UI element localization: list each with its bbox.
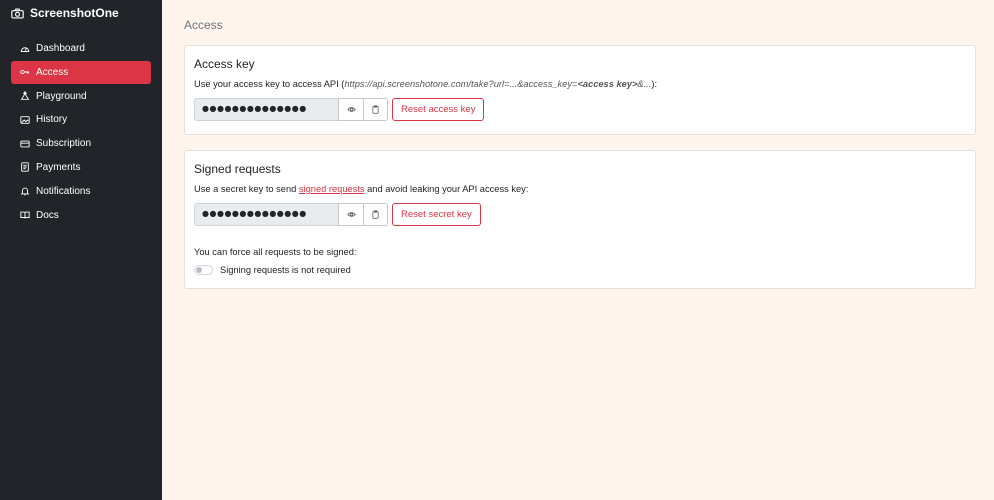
sidebar-item-history[interactable]: History (11, 108, 151, 131)
sidebar-item-label: Dashboard (36, 43, 85, 54)
url-end: &... (637, 79, 652, 89)
sidebar-item-label: History (36, 114, 68, 126)
signed-requests-card: Signed requests Use a secret key to send… (184, 150, 976, 289)
desc-prefix: Use your access key to access API ( (194, 79, 345, 89)
brand[interactable]: ScreenshotOne (11, 6, 151, 20)
secret-key-field[interactable]: ●●●●●●●●●●●●●● (194, 203, 338, 226)
main-content: Access Access key Use your access key to… (162, 0, 994, 500)
copy-secret-key-button[interactable] (363, 203, 388, 226)
access-key-card: Access key Use your access key to access… (184, 45, 976, 135)
access-key-field[interactable]: ●●●●●●●●●●●●●● (194, 98, 338, 121)
signing-required-toggle[interactable] (194, 265, 213, 275)
sidebar-item-notifications[interactable]: Notifications (11, 180, 151, 203)
sidebar-nav: Dashboard Access Playground History Subs… (11, 37, 151, 227)
sidebar-item-dashboard[interactable]: Dashboard (11, 37, 151, 60)
sidebar-item-label: Playground (36, 90, 87, 102)
desc-suffix: ): (651, 79, 658, 89)
key-icon (20, 70, 30, 75)
url-key-placeholder: <access key> (577, 79, 638, 89)
sidebar-item-label: Access (36, 66, 69, 78)
signing-toggle-row: Signing requests is not required (194, 265, 966, 275)
receipt-icon (21, 162, 29, 173)
secret-key-row: ●●●●●●●●●●●●●● Reset secret key (194, 203, 966, 226)
sidebar-item-docs[interactable]: Docs (11, 204, 151, 227)
sidebar-item-access[interactable]: Access (11, 60, 151, 84)
signed-requests-title: Signed requests (194, 162, 281, 176)
eye-icon (346, 212, 356, 217)
image-icon (20, 116, 30, 124)
page-title: Access (184, 18, 223, 32)
access-key-row: ●●●●●●●●●●●●●● Reset access key (194, 98, 966, 121)
signing-toggle-label[interactable]: Signing requests is not required (220, 265, 351, 275)
sidebar-item-playground[interactable]: Playground (11, 85, 151, 108)
reset-access-key-button[interactable]: Reset access key (392, 98, 485, 121)
api-url-example: https://api.screenshotone.com/take?url=.… (344, 79, 651, 89)
access-key-description: Use your access key to access API (https… (194, 78, 966, 90)
playground-icon (20, 91, 30, 100)
eye-icon (346, 107, 356, 112)
force-signing-text: You can force all requests to be signed: (194, 247, 357, 257)
bell-icon (20, 187, 30, 196)
signed-requests-description: Use a secret key to send signed requests… (194, 183, 966, 195)
camera-icon (11, 7, 24, 19)
reveal-secret-key-button[interactable] (338, 203, 363, 226)
desc-prefix: Use a secret key to send (194, 184, 299, 194)
sidebar: ScreenshotOne Dashboard Access Playgroun… (0, 0, 162, 500)
reset-secret-key-button[interactable]: Reset secret key (392, 203, 481, 226)
book-icon (20, 211, 30, 219)
sidebar-item-subscription[interactable]: Subscription (11, 132, 151, 155)
sidebar-item-label: Payments (36, 161, 81, 173)
signed-requests-link[interactable]: signed requests (299, 184, 365, 194)
sidebar-item-label: Subscription (36, 138, 92, 150)
reveal-access-key-button[interactable] (338, 98, 363, 121)
speedometer-icon (20, 46, 30, 52)
sidebar-item-payments[interactable]: Payments (11, 156, 151, 179)
sidebar-item-label: Notifications (36, 185, 91, 197)
desc-suffix: and avoid leaking your API access key: (364, 184, 529, 194)
sidebar-item-label: Docs (36, 209, 59, 221)
access-key-title: Access key (194, 57, 255, 71)
clipboard-icon (372, 210, 379, 219)
copy-access-key-button[interactable] (363, 98, 388, 121)
credit-card-icon (20, 140, 30, 148)
brand-name: ScreenshotOne (30, 6, 119, 20)
clipboard-icon (372, 105, 379, 114)
url-start: https://api.screenshotone.com/take?url=.… (344, 79, 578, 89)
